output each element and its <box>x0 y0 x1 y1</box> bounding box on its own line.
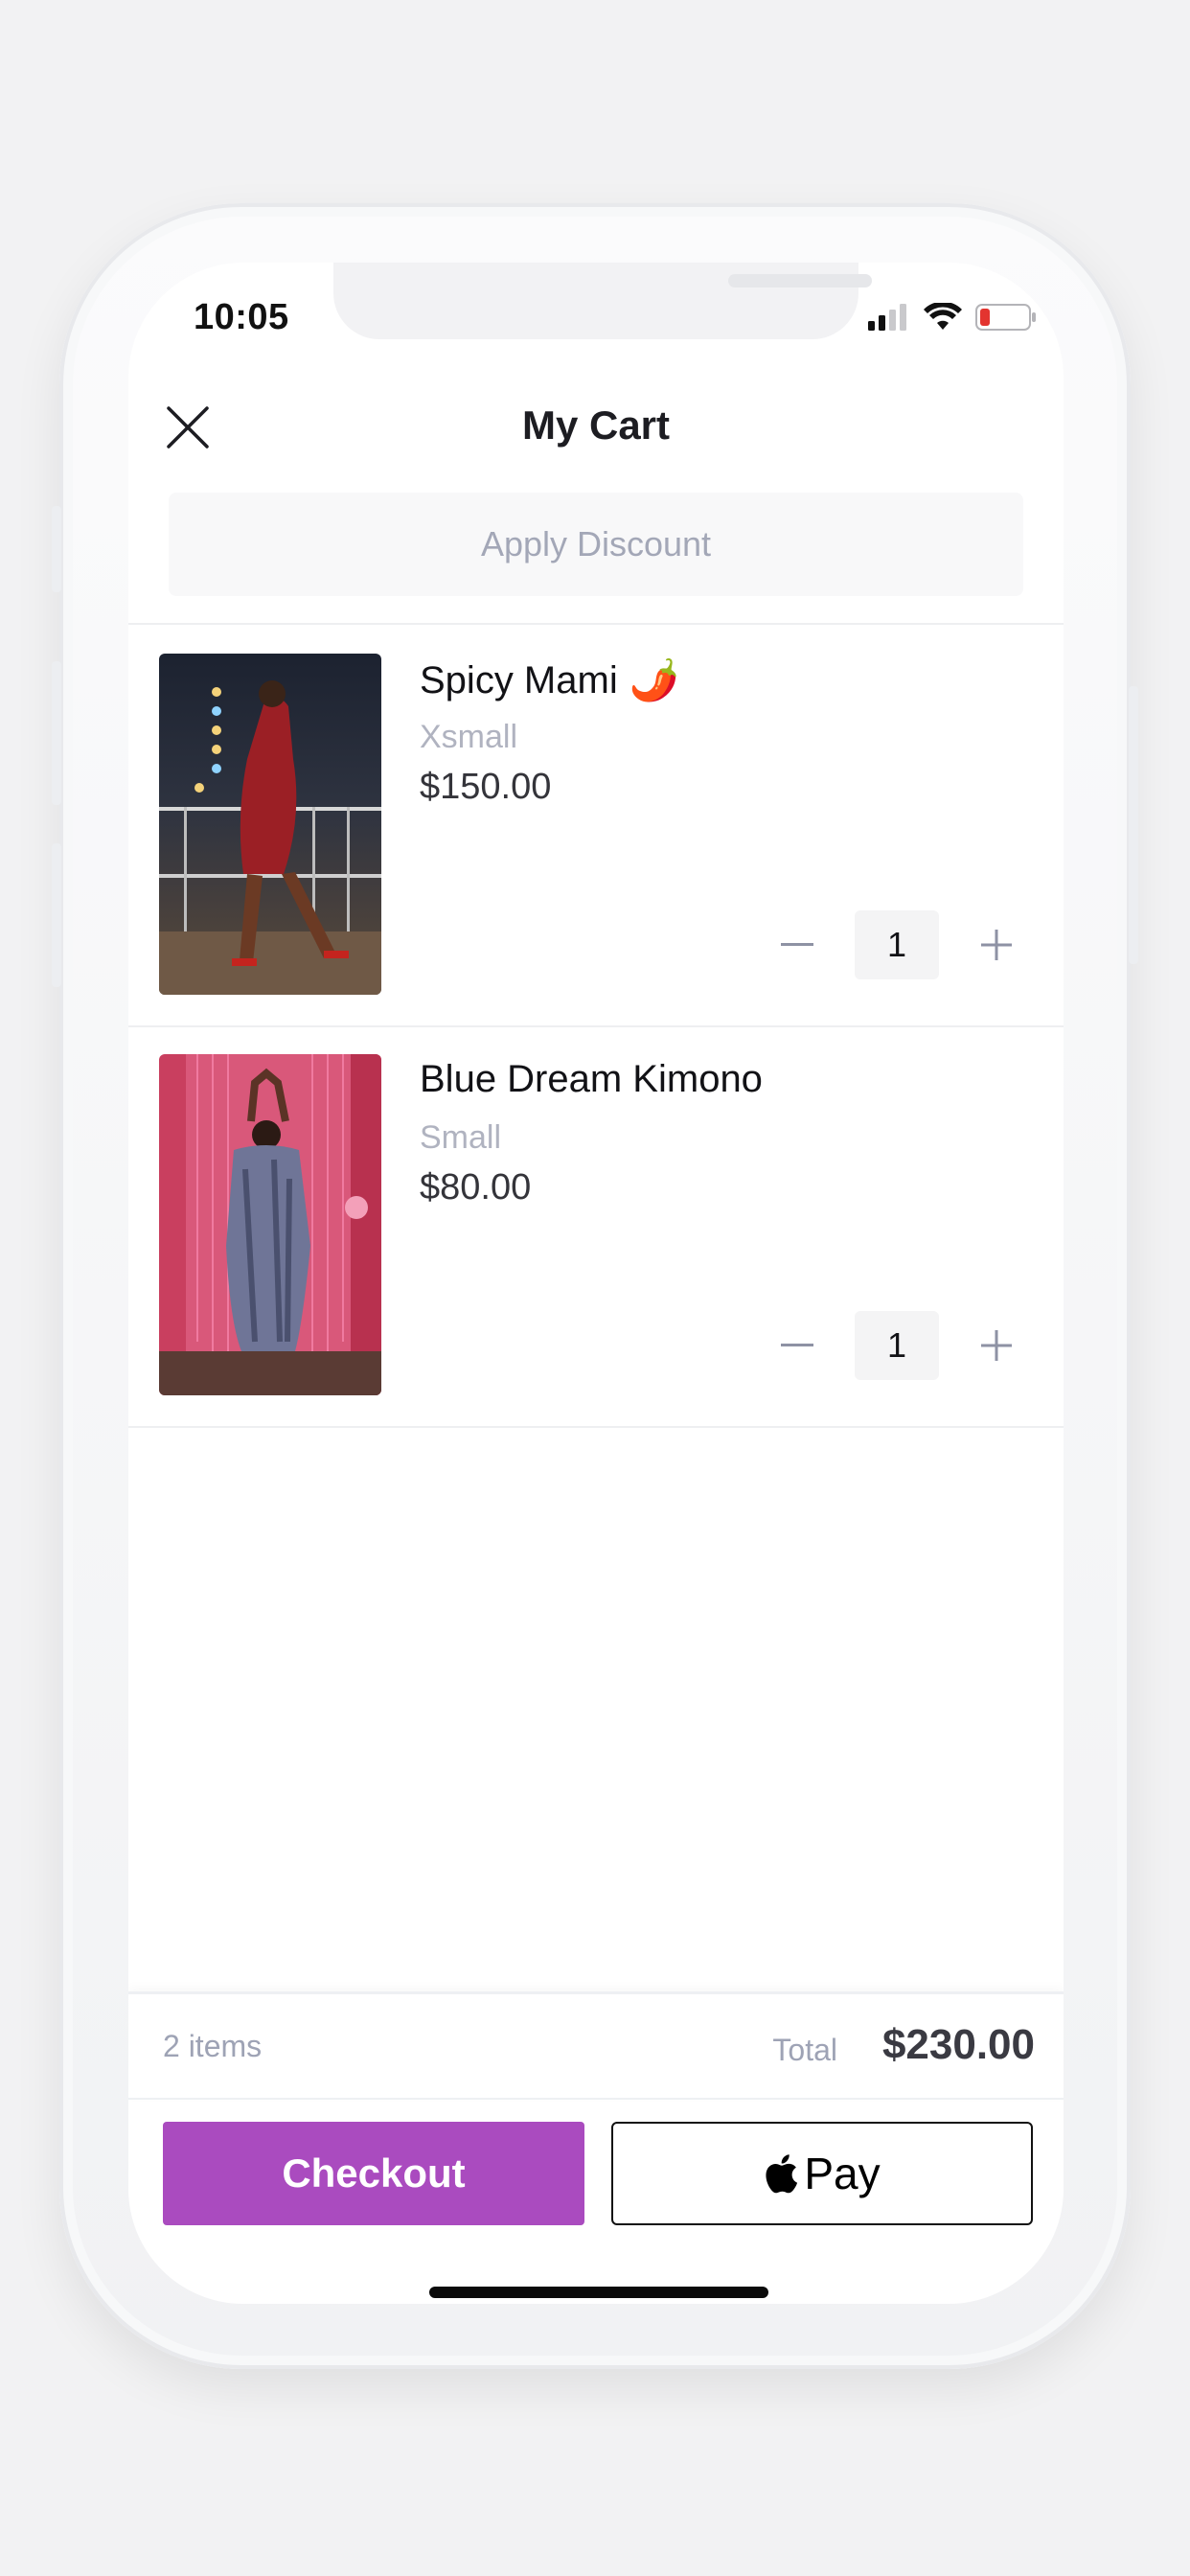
item-size: Small <box>420 1119 502 1156</box>
minus-icon <box>781 1344 813 1346</box>
quantity-stepper: 1 <box>768 1311 1025 1380</box>
plus-icon <box>981 1330 1012 1361</box>
apple-pay-label: Pay <box>804 2149 881 2198</box>
speaker-grille <box>728 274 872 288</box>
increase-quantity-button[interactable] <box>968 1317 1025 1374</box>
apple-logo-icon <box>766 2154 798 2194</box>
item-name-row: Blue Dream Kimono <box>420 1058 763 1101</box>
decrease-quantity-button[interactable] <box>768 1317 826 1374</box>
decrease-quantity-button[interactable] <box>768 916 826 974</box>
home-indicator[interactable] <box>429 2287 768 2298</box>
side-button-power <box>1129 686 1138 964</box>
signal-icon <box>868 304 910 335</box>
battery-low-icon <box>975 303 1037 336</box>
status-icons <box>868 301 1037 336</box>
cart-item: Blue Dream Kimono Small $80.00 1 <box>128 1025 1064 1426</box>
quantity-value: 1 <box>855 910 939 979</box>
quantity-stepper: 1 <box>768 910 1025 979</box>
cart-item: Spicy Mami 🌶️ Xsmall $150.00 1 <box>128 625 1064 1025</box>
plus-icon <box>981 930 1012 960</box>
checkout-button[interactable]: Checkout <box>163 2122 584 2225</box>
quantity-value: 1 <box>855 1311 939 1380</box>
cart-summary: 2 items Total $230.00 <box>128 1991 1064 2100</box>
side-button-volume-up <box>52 661 61 805</box>
side-button-volume-down <box>52 843 61 987</box>
item-name: Blue Dream Kimono <box>420 1058 763 1100</box>
apple-pay-button[interactable]: Pay <box>611 2122 1033 2225</box>
divider <box>128 1426 1064 1428</box>
increase-quantity-button[interactable] <box>968 916 1025 974</box>
item-price: $80.00 <box>420 1167 532 1208</box>
items-count: 2 items <box>163 2029 263 2063</box>
minus-icon <box>781 943 813 946</box>
chili-pepper-icon: 🌶️ <box>629 657 679 702</box>
item-name: Spicy Mami <box>420 659 618 702</box>
total-label: Total <box>772 2033 837 2067</box>
apply-discount-button[interactable]: Apply Discount <box>169 493 1023 596</box>
item-price: $150.00 <box>420 767 552 807</box>
side-button-mute <box>52 506 61 592</box>
app-screen: 10:05 My Cart Apply Discount Spicy Mami … <box>128 263 1064 2304</box>
item-name-row: Spicy Mami 🌶️ <box>420 657 679 704</box>
notch <box>333 263 872 339</box>
status-time: 10:05 <box>194 297 289 337</box>
total-value: $230.00 <box>881 2021 1035 2068</box>
wifi-icon <box>924 301 962 336</box>
device-mockup: 10:05 My Cart Apply Discount Spicy Mami … <box>0 0 1190 2576</box>
product-image <box>159 654 381 995</box>
item-size: Xsmall <box>420 719 518 755</box>
product-image <box>159 1054 381 1395</box>
page-title: My Cart <box>521 402 671 448</box>
cart-header: My Cart <box>128 378 1064 473</box>
